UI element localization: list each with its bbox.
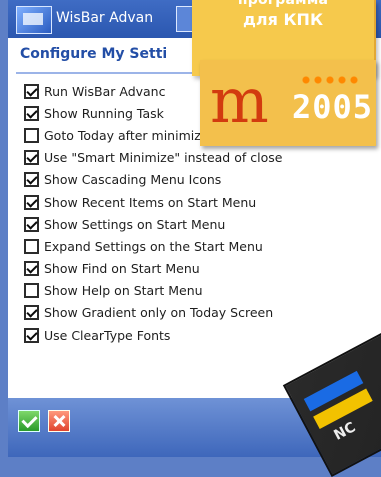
checkbox[interactable] [24, 261, 39, 277]
checkbox[interactable] [24, 127, 39, 143]
option-label: Goto Today after minimize [44, 127, 209, 143]
option-label: Show Help on Start Menu [44, 283, 203, 299]
option-row[interactable]: Show Settings on Start Menu [24, 213, 364, 235]
option-row[interactable]: Use ClearType Fonts [24, 324, 364, 346]
mc2005-badge: m 2005 [200, 60, 376, 146]
option-label: Show Cascading Menu Icons [44, 172, 222, 188]
option-row[interactable]: Show Find on Start Menu [24, 258, 364, 280]
option-row[interactable]: Use "Smart Minimize" instead of close [24, 147, 364, 169]
checkbox[interactable] [24, 150, 39, 166]
window-title: WisBar Advan [56, 10, 154, 26]
checkbox[interactable] [24, 105, 39, 121]
option-label: Use "Smart Minimize" instead of close [44, 150, 283, 166]
page-title: Configure My Setti [20, 46, 168, 62]
option-label: Run WisBar Advanc [44, 83, 166, 99]
option-label: Expand Settings on the Start Menu [44, 238, 263, 254]
app-icon [16, 6, 52, 34]
badge-year: 2005 [292, 88, 374, 126]
checkbox[interactable] [24, 83, 39, 99]
option-label: Show Gradient only on Today Screen [44, 305, 274, 321]
checkbox[interactable] [24, 194, 39, 210]
option-row[interactable]: Show Help on Start Menu [24, 280, 364, 302]
checkbox[interactable] [24, 238, 39, 254]
option-row[interactable]: Expand Settings on the Start Menu [24, 235, 364, 257]
option-label: Show Settings on Start Menu [44, 216, 226, 232]
sticker-line2: для КПК [242, 10, 324, 29]
sticker-line1: программа [237, 0, 329, 8]
ok-button[interactable]: ✓ [18, 410, 40, 432]
option-row[interactable]: Show Gradient only on Today Screen [24, 302, 364, 324]
option-label: Show Recent Items on Start Menu [44, 194, 257, 210]
option-label: Show Find on Start Menu [44, 261, 200, 277]
checkbox[interactable] [24, 327, 39, 343]
option-row[interactable]: Show Recent Items on Start Menu [24, 191, 364, 213]
option-row[interactable]: Show Cascading Menu Icons [24, 169, 364, 191]
checkbox[interactable] [24, 305, 39, 321]
cancel-button[interactable]: ✕ [48, 410, 70, 432]
option-label: Show Running Task [44, 105, 164, 121]
checkbox[interactable] [24, 216, 39, 232]
badge-dots [300, 74, 360, 86]
box-label: NC [331, 419, 359, 444]
option-label: Use ClearType Fonts [44, 327, 171, 343]
checkbox[interactable] [24, 172, 39, 188]
checkbox[interactable] [24, 283, 39, 299]
